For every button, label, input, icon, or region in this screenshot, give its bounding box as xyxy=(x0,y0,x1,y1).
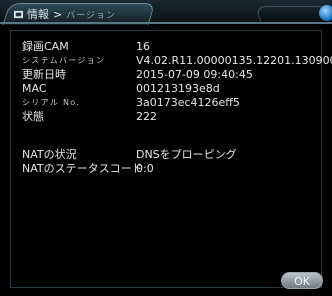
info-icon xyxy=(14,10,23,18)
ok-button[interactable]: OK xyxy=(281,272,323,289)
title-part1: 情報 xyxy=(27,8,49,21)
info-value: V4.02.R11.00000135.12201.130900 xyxy=(136,54,332,67)
info-label: システムバージョン xyxy=(22,56,106,65)
title-bar: 情報 > バージョン xyxy=(0,0,332,25)
nat-value: 0:0 xyxy=(136,162,154,175)
nat-value: DNSをプローピング xyxy=(136,148,237,161)
info-value: 222 xyxy=(136,110,157,123)
info-label: シリアル No. xyxy=(22,98,81,107)
nat-label: NATのステータスコード xyxy=(22,162,143,175)
info-label: 録画CAM xyxy=(22,40,69,53)
info-label: 更新日時 xyxy=(22,68,66,81)
title: 情報 > バージョン xyxy=(14,5,116,23)
info-value: 3a0173ec4126eff5 xyxy=(136,96,240,109)
info-label: MAC xyxy=(22,82,47,95)
nat-label: NATの状況 xyxy=(22,148,77,161)
info-value: 16 xyxy=(136,40,150,53)
info-label: 状態 xyxy=(22,110,44,123)
title-part2: バージョン xyxy=(66,10,117,21)
title-divider xyxy=(0,22,332,24)
info-value: 001213193e8d xyxy=(136,82,220,95)
close-button[interactable] xyxy=(319,5,332,21)
info-value: 2015-07-09 09:40:45 xyxy=(136,68,253,81)
version-info-dialog: 情報 > バージョン 録画CAM 16 システムバージョン V4.02.R11.… xyxy=(0,0,332,296)
title-separator: > xyxy=(53,7,63,21)
